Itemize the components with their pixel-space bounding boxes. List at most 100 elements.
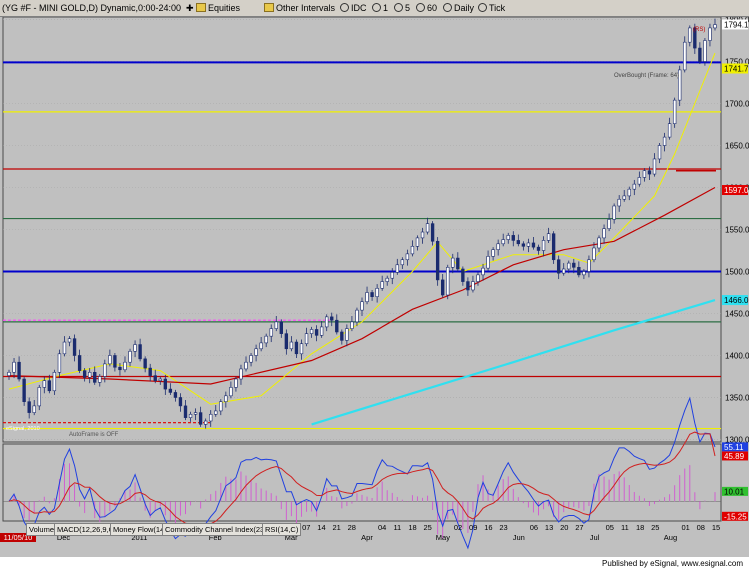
candle-body xyxy=(299,343,304,355)
candle-body xyxy=(713,24,717,29)
candle-body xyxy=(123,361,127,371)
candle-body xyxy=(269,328,273,337)
candle-body xyxy=(259,342,263,350)
candle-body xyxy=(466,281,470,291)
candle-body xyxy=(234,378,238,388)
candle-body xyxy=(153,375,157,381)
tab-cci[interactable]: Commodity Channel Index(23,C) xyxy=(162,523,278,536)
candle-body xyxy=(27,401,31,413)
candle-body xyxy=(325,316,329,328)
candle-body xyxy=(319,326,324,336)
price-label: 1597.0 xyxy=(724,186,749,195)
candle-body xyxy=(254,348,258,356)
circle-icon xyxy=(443,3,452,12)
candle-body xyxy=(37,387,41,407)
candle-body xyxy=(627,188,631,197)
candle-body xyxy=(304,333,309,345)
interval-1-label: 1 xyxy=(383,3,389,13)
intervals-menu[interactable]: Other Intervals xyxy=(264,0,335,16)
candle-body xyxy=(481,267,485,276)
candle-body xyxy=(567,262,571,270)
tab-volume[interactable]: Volume xyxy=(26,523,58,536)
candle-body xyxy=(219,401,223,412)
candle-body xyxy=(491,249,495,257)
candle-body xyxy=(526,242,531,247)
candle-body xyxy=(224,395,228,402)
candle-body xyxy=(183,405,188,418)
candle-body xyxy=(138,344,142,360)
candle-body xyxy=(72,338,77,356)
candle-body xyxy=(284,333,289,350)
candle-body xyxy=(113,355,117,368)
candle-body xyxy=(289,341,294,350)
candle-body xyxy=(57,353,62,373)
candle-body xyxy=(562,268,566,274)
candle-body xyxy=(486,256,490,269)
candle-body xyxy=(365,292,369,303)
candle-body xyxy=(531,242,536,248)
rs-annotation: (RS) xyxy=(693,27,705,33)
candle-body xyxy=(451,257,455,268)
candle-body xyxy=(294,341,299,355)
candle-body xyxy=(536,246,541,251)
interval-tick-button[interactable]: Tick xyxy=(478,0,505,16)
equities-label: Equities xyxy=(208,3,241,13)
candle-body xyxy=(350,321,354,329)
candle-body xyxy=(133,344,137,352)
interval-5-button[interactable]: 5 xyxy=(394,0,410,16)
candle-body xyxy=(521,243,526,247)
candle-body xyxy=(587,259,591,272)
interval-60-button[interactable]: 60 xyxy=(416,0,437,16)
candle-body xyxy=(511,235,515,241)
candle-body xyxy=(597,237,601,249)
autoframe-annotation: AutoFrame is OFF xyxy=(69,432,119,438)
candle-body xyxy=(178,397,183,407)
candle-body xyxy=(330,316,334,321)
crosshair-icon[interactable]: ✚ xyxy=(186,0,194,16)
interval-daily-label: Daily xyxy=(454,3,475,13)
price-label: 1741.7 xyxy=(724,64,749,73)
candle-body xyxy=(637,177,642,185)
candle-body xyxy=(380,281,384,289)
candle-body xyxy=(385,277,389,282)
candle-body xyxy=(430,223,435,242)
candle-body xyxy=(67,338,72,343)
candle-body xyxy=(612,205,616,220)
idc-label: IDC xyxy=(351,3,367,13)
candle-body xyxy=(279,321,283,334)
equities-menu[interactable]: Equities xyxy=(196,0,240,16)
price-label: 1466.0 xyxy=(724,296,749,305)
interval-1-button[interactable]: 1 xyxy=(372,0,388,16)
candle-body xyxy=(708,27,712,41)
candle-body xyxy=(375,287,379,297)
tab-money-flow[interactable]: Money Flow(14) xyxy=(110,523,170,536)
tab-rsi[interactable]: RSI(14,C) xyxy=(262,523,302,536)
candle-body xyxy=(683,41,687,71)
candle-body xyxy=(17,361,21,380)
candle-body xyxy=(42,380,46,388)
candle-body xyxy=(12,361,16,373)
candle-body xyxy=(592,247,596,261)
candle-body xyxy=(501,239,505,245)
candle-body xyxy=(193,412,198,415)
candle-body xyxy=(617,198,621,207)
candle-body xyxy=(173,392,178,398)
macd-value-label: 55.11 xyxy=(724,443,744,452)
price-chart[interactable]: 1300.01350.01400.01450.01500.01550.01600… xyxy=(0,17,749,557)
candle-body xyxy=(52,371,57,392)
candle-body xyxy=(647,170,652,175)
idc-button[interactable]: IDC xyxy=(340,0,367,16)
chart-window: (YG #F - MINI GOLD,D) Dynamic,0:00-24:00… xyxy=(0,0,749,570)
y-tick-label: 1500.0 xyxy=(725,267,749,276)
candle-body xyxy=(667,123,672,138)
folder-icon xyxy=(264,3,274,12)
interval-5-label: 5 xyxy=(405,3,411,13)
candle-body xyxy=(456,257,460,270)
interval-daily-button[interactable]: Daily xyxy=(443,0,474,16)
candle-body xyxy=(335,319,339,333)
candle-body xyxy=(340,331,344,341)
symbol-label[interactable]: (YG #F - MINI GOLD,D) Dynamic,0:00-24:00 xyxy=(2,0,181,16)
candle-body xyxy=(496,243,500,250)
candle-body xyxy=(203,420,208,425)
candle-body xyxy=(435,240,440,281)
